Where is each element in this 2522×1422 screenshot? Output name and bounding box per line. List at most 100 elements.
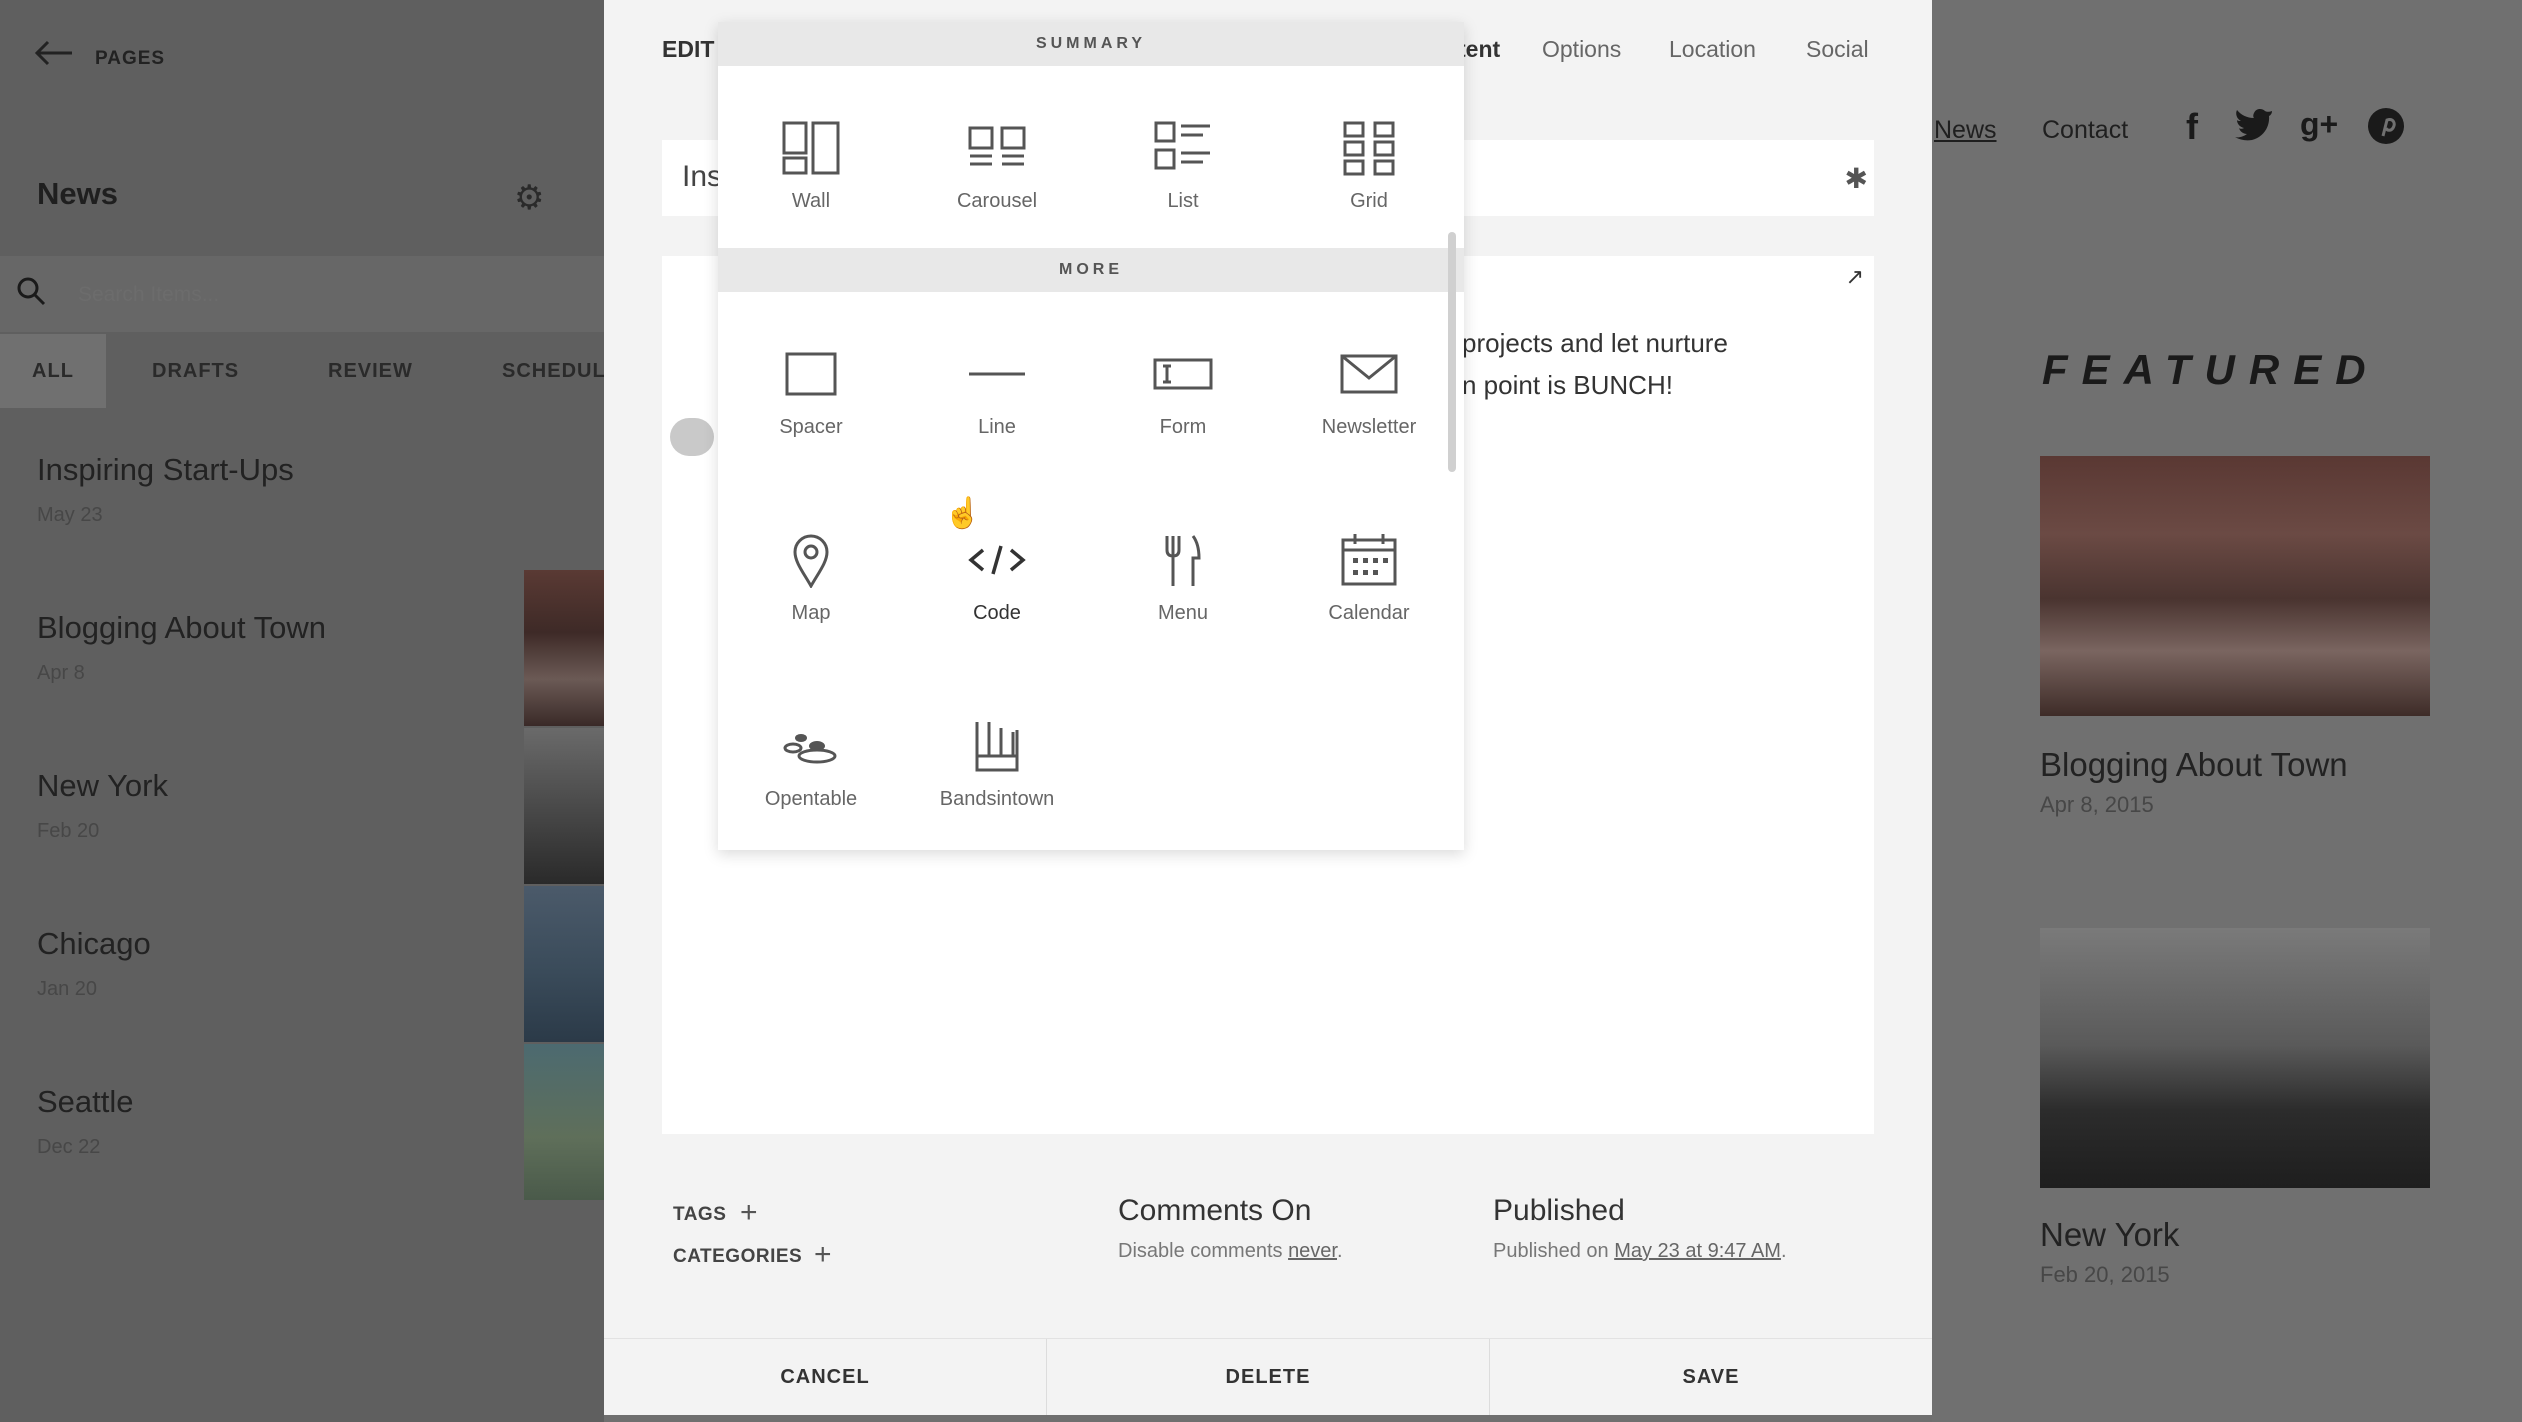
add-category-icon[interactable]: + — [814, 1238, 832, 1272]
item-title: New York — [37, 768, 168, 803]
block-label: Wall — [791, 190, 831, 212]
featured-image[interactable] — [2040, 928, 2430, 1188]
tab-drafts[interactable]: DRAFTS — [152, 334, 239, 408]
save-button[interactable]: SAVE — [1490, 1339, 1932, 1415]
block-grid[interactable]: Grid — [1276, 108, 1462, 248]
twitter-icon[interactable] — [2234, 106, 2274, 151]
tags-label[interactable]: TAGS — [673, 1204, 726, 1226]
block-label: Bandsintown — [939, 788, 1055, 810]
picker-scrollbar[interactable] — [1448, 232, 1456, 472]
spacer-icon — [785, 352, 837, 396]
comments-setting: Disable comments never. — [1118, 1240, 1343, 1263]
block-wall[interactable]: Wall — [718, 108, 904, 248]
fork-knife-icon — [1165, 535, 1201, 586]
facebook-icon[interactable]: f — [2186, 106, 2198, 148]
item-title: Chicago — [37, 926, 151, 961]
item-date: Jan 20 — [37, 978, 98, 1000]
block-map[interactable]: Map — [718, 520, 904, 660]
tab-social[interactable]: Social — [1806, 36, 1869, 63]
block-menu[interactable]: Menu — [1090, 520, 1276, 660]
pages-sidebar: PAGES News ⚙ ALL DRAFTS REVIEW SCHEDUL I… — [0, 0, 606, 1422]
tab-scheduled[interactable]: SCHEDUL — [502, 334, 606, 408]
block-code[interactable]: Code — [904, 520, 1090, 660]
item-thumbnail — [524, 1044, 604, 1200]
tab-review[interactable]: REVIEW — [328, 334, 413, 408]
modal-footer: CANCEL DELETE SAVE — [604, 1338, 1932, 1415]
code-icon — [968, 545, 1026, 575]
featured-image[interactable] — [2040, 456, 2430, 716]
block-list[interactable]: List — [1090, 108, 1276, 248]
block-newsletter[interactable]: Newsletter — [1276, 334, 1462, 474]
block-label: Grid — [1350, 190, 1388, 212]
block-carousel[interactable]: Carousel — [904, 108, 1090, 248]
hand-cursor-icon: ☝ — [944, 497, 982, 530]
block-label: Carousel — [956, 190, 1038, 212]
block-calendar[interactable]: Calendar — [1276, 520, 1462, 660]
filter-tabs: ALL DRAFTS REVIEW SCHEDUL — [0, 334, 606, 408]
featured-date: Apr 8, 2015 — [2040, 792, 2154, 817]
block-label: Menu — [1157, 602, 1209, 624]
body-text-line: projects and let nurture — [1462, 328, 1728, 358]
add-tag-icon[interactable]: + — [740, 1196, 758, 1230]
body-text-line: n point is BUNCH! — [1462, 370, 1673, 400]
list-item[interactable]: Blogging About Town Apr 8 — [37, 610, 326, 685]
search-icon — [16, 276, 46, 314]
categories-label[interactable]: CATEGORIES — [673, 1246, 802, 1268]
item-date: Dec 22 — [37, 1136, 101, 1158]
featured-date: Feb 20, 2015 — [2040, 1262, 2170, 1287]
summary-section-header: SUMMARY — [718, 22, 1464, 66]
block-spacer[interactable]: Spacer — [718, 334, 904, 474]
envelope-icon — [1340, 354, 1398, 394]
block-form[interactable]: Form — [1090, 334, 1276, 474]
item-thumbnail — [524, 886, 604, 1042]
back-to-pages-link[interactable]: PAGES — [95, 48, 165, 70]
block-bandsintown[interactable]: Bandsintown — [904, 706, 1090, 846]
form-icon — [1153, 358, 1213, 390]
insert-point-handle[interactable] — [670, 418, 714, 456]
comments-status: Comments On — [1118, 1194, 1312, 1227]
opentable-icon — [783, 734, 837, 764]
featured-title[interactable]: Blogging About Town — [2040, 746, 2348, 784]
pinterest-icon[interactable] — [2366, 106, 2406, 155]
list-item[interactable]: Seattle Dec 22 — [37, 1084, 134, 1159]
list-item[interactable]: New York Feb 20 — [37, 768, 168, 843]
list-item[interactable]: Inspiring Start-Ups May 23 — [37, 452, 294, 527]
cancel-button[interactable]: CANCEL — [604, 1339, 1046, 1415]
block-line[interactable]: Line — [904, 334, 1090, 474]
modal-header-edit: EDIT — [662, 36, 715, 62]
delete-button[interactable]: DELETE — [1047, 1339, 1489, 1415]
comments-never-link[interactable]: never — [1288, 1240, 1337, 1262]
tab-all[interactable]: ALL — [0, 334, 106, 408]
publish-status: Published — [1493, 1194, 1625, 1227]
google-plus-icon[interactable]: g+ — [2300, 106, 2338, 143]
line-icon — [969, 372, 1025, 376]
tab-options[interactable]: Options — [1542, 36, 1621, 63]
item-title: Blogging About Town — [37, 610, 326, 645]
block-label: Newsletter — [1321, 416, 1417, 438]
block-label: Line — [978, 416, 1016, 438]
item-date: Apr 8 — [37, 662, 85, 684]
publish-date-link[interactable]: May 23 at 9:47 AM — [1614, 1240, 1781, 1262]
block-label: Form — [1159, 416, 1207, 438]
more-section-header: MORE — [718, 248, 1464, 292]
nav-link-contact[interactable]: Contact — [2042, 116, 2128, 145]
tab-location[interactable]: Location — [1669, 36, 1756, 63]
search-input[interactable] — [76, 278, 580, 312]
block-label: List — [1167, 190, 1199, 212]
collection-title: News — [37, 176, 118, 211]
expand-icon[interactable]: ↗ — [1846, 264, 1864, 290]
publish-setting: Published on May 23 at 9:47 AM. — [1493, 1240, 1787, 1263]
carousel-icon — [968, 126, 1026, 166]
map-pin-icon — [793, 534, 829, 588]
nav-link-news[interactable]: News — [1934, 116, 1997, 145]
item-date: May 23 — [37, 504, 103, 526]
list-item[interactable]: Chicago Jan 20 — [37, 926, 151, 1001]
featured-title[interactable]: New York — [2040, 1216, 2179, 1254]
tab-content[interactable]: tent — [1458, 36, 1500, 63]
gear-icon[interactable]: ⚙ — [514, 178, 544, 218]
publish-setting-text: Published on — [1493, 1240, 1615, 1262]
block-opentable[interactable]: Opentable — [718, 706, 904, 846]
bandsintown-icon — [975, 722, 1019, 772]
calendar-icon — [1341, 534, 1397, 586]
item-thumbnail — [524, 570, 604, 726]
